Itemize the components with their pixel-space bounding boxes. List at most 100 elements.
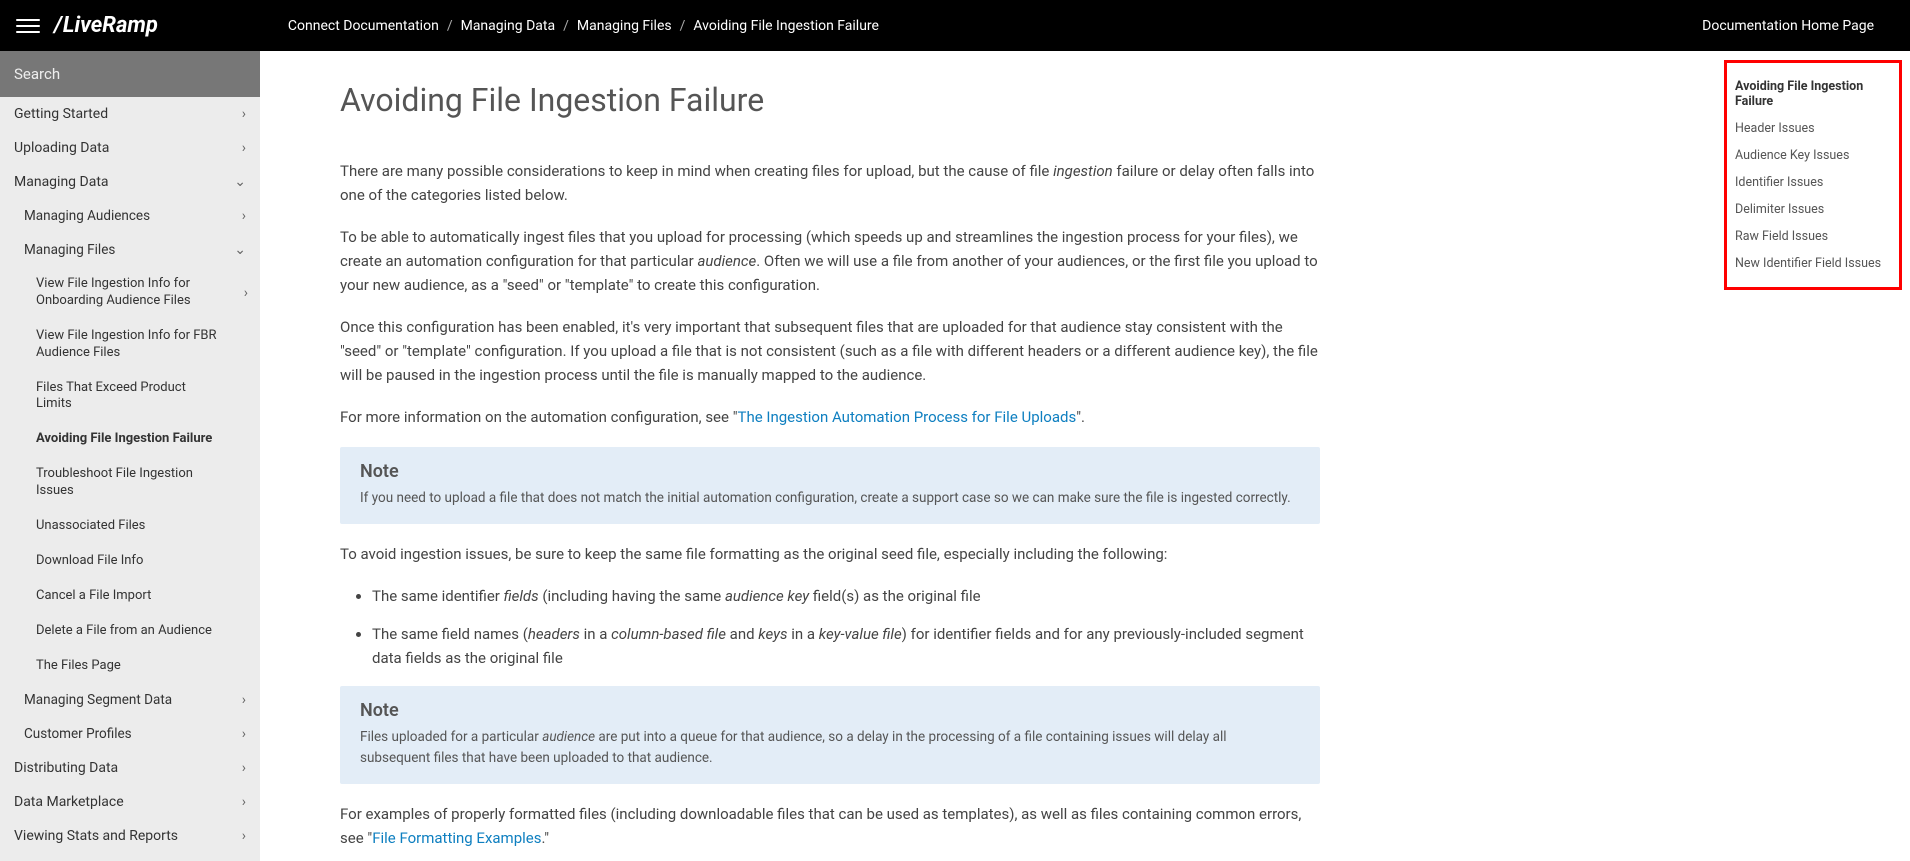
list-item: The same field names (headers in a colum… — [372, 622, 1320, 670]
page-title: Avoiding File Ingestion Failure — [340, 81, 1320, 119]
sidebar-item-label: View File Ingestion Info for Onboarding … — [36, 276, 216, 310]
sidebar-item-getting-started[interactable]: Getting Started › — [0, 97, 260, 131]
emphasis: column-based file — [611, 625, 726, 643]
text: in a — [788, 625, 819, 643]
sidebar-item-label: Download File Info — [36, 553, 143, 570]
chevron-right-icon: › — [242, 106, 246, 122]
sidebar-item-label: Avoiding File Ingestion Failure — [36, 431, 212, 448]
paragraph: To avoid ingestion issues, be sure to ke… — [340, 542, 1320, 566]
chevron-right-icon: › — [242, 208, 246, 224]
breadcrumb-managing-data[interactable]: Managing Data — [461, 18, 556, 34]
sidebar-item-avoiding-ingestion-failure[interactable]: Avoiding File Ingestion Failure — [0, 422, 260, 457]
emphasis: audience — [542, 729, 595, 745]
breadcrumb-connect-documentation[interactable]: Connect Documentation — [288, 18, 439, 34]
sidebar-item-label: Distributing Data — [14, 760, 118, 776]
sidebar-item-label: Troubleshoot File Ingestion Issues — [36, 466, 220, 500]
note-body: Files uploaded for a particular audience… — [360, 727, 1300, 770]
toc-item-audience-key-issues[interactable]: Audience Key Issues — [1735, 142, 1891, 169]
text: There are many possible considerations t… — [340, 162, 1053, 180]
note-callout: Note If you need to upload a file that d… — [340, 447, 1320, 524]
sidebar-item-label: Delete a File from an Audience — [36, 623, 212, 640]
text: The same field names ( — [372, 625, 528, 643]
breadcrumb-separator: / — [563, 18, 569, 34]
emphasis: key-value file — [819, 625, 902, 643]
text: For more information on the automation c… — [340, 408, 738, 426]
breadcrumb-managing-files[interactable]: Managing Files — [577, 18, 672, 34]
hamburger-menu-icon[interactable] — [16, 14, 40, 38]
sidebar-item-view-onboarding[interactable]: View File Ingestion Info for Onboarding … — [0, 267, 260, 319]
logo[interactable]: /LiveRamp — [54, 13, 158, 38]
logo-slash: / — [54, 13, 62, 38]
paragraph: There are many possible considerations t… — [340, 159, 1320, 207]
toc-item-overview[interactable]: Avoiding File Ingestion Failure — [1735, 73, 1891, 115]
emphasis: fields — [504, 587, 539, 605]
sidebar-item-label: View File Ingestion Info for FBR Audienc… — [36, 328, 220, 362]
chevron-down-icon: ⌄ — [234, 242, 246, 258]
sidebar-item-managing-audiences[interactable]: Managing Audiences › — [0, 199, 260, 233]
sidebar-item-label: Viewing Stats and Reports — [14, 828, 178, 844]
sidebar-item-view-fbr[interactable]: View File Ingestion Info for FBR Audienc… — [0, 319, 260, 371]
note-body: If you need to upload a file that does n… — [360, 488, 1300, 510]
chevron-right-icon: › — [242, 828, 246, 844]
sidebar-item-label: Managing Files — [24, 242, 115, 258]
toc-item-delimiter-issues[interactable]: Delimiter Issues — [1735, 196, 1891, 223]
sidebar-item-uploading-data[interactable]: Uploading Data › — [0, 131, 260, 165]
sidebar: Getting Started › Uploading Data › Manag… — [0, 51, 260, 861]
search-input[interactable] — [0, 51, 260, 97]
sidebar-item-label: Files That Exceed Product Limits — [36, 380, 220, 414]
sidebar-item-label: Managing Audiences — [24, 208, 150, 224]
emphasis: audience key — [725, 587, 809, 605]
sidebar-item-files-page[interactable]: The Files Page — [0, 649, 260, 684]
sidebar-item-troubleshoot[interactable]: Troubleshoot File Ingestion Issues — [0, 457, 260, 509]
logo-text: LiveRamp — [63, 13, 158, 38]
chevron-right-icon: › — [242, 794, 246, 810]
sidebar-item-label: Cancel a File Import — [36, 588, 151, 605]
chevron-right-icon: › — [242, 760, 246, 776]
chevron-right-icon: › — [242, 726, 246, 742]
file-formatting-examples-link[interactable]: File Formatting Examples — [372, 829, 541, 847]
sidebar-item-viewing-stats[interactable]: Viewing Stats and Reports › — [0, 819, 260, 853]
toc-item-identifier-issues[interactable]: Identifier Issues — [1735, 169, 1891, 196]
sidebar-item-customer-profiles[interactable]: Customer Profiles › — [0, 717, 260, 751]
list-item: The same identifier fields (including ha… — [372, 584, 1320, 608]
emphasis: audience — [697, 252, 756, 270]
toc-item-raw-field-issues[interactable]: Raw Field Issues — [1735, 223, 1891, 250]
paragraph: Once this configuration has been enabled… — [340, 315, 1320, 387]
sidebar-item-cancel-import[interactable]: Cancel a File Import — [0, 579, 260, 614]
note-title: Note — [360, 700, 1300, 721]
text: ". — [1076, 408, 1085, 426]
chevron-right-icon: › — [242, 140, 246, 156]
sidebar-item-managing-data[interactable]: Managing Data ⌄ — [0, 165, 260, 199]
documentation-home-link[interactable]: Documentation Home Page — [1702, 18, 1874, 34]
sidebar-item-label: Managing Segment Data — [24, 692, 172, 708]
emphasis: ingestion — [1053, 162, 1113, 180]
toc-item-header-issues[interactable]: Header Issues — [1735, 115, 1891, 142]
text: field(s) as the original file — [809, 587, 980, 605]
sidebar-item-label: Unassociated Files — [36, 518, 145, 535]
page-toc: Avoiding File Ingestion Failure Header I… — [1724, 60, 1902, 290]
sidebar-item-download-file-info[interactable]: Download File Info — [0, 544, 260, 579]
sidebar-item-exceed-limits[interactable]: Files That Exceed Product Limits — [0, 371, 260, 423]
text: in a — [580, 625, 611, 643]
sidebar-item-managing-segment-data[interactable]: Managing Segment Data › — [0, 683, 260, 717]
breadcrumb-separator: / — [680, 18, 686, 34]
chevron-down-icon: ⌄ — [234, 174, 246, 190]
emphasis: headers — [528, 625, 580, 643]
paragraph: To be able to automatically ingest files… — [340, 225, 1320, 297]
sidebar-item-label: Managing Data — [14, 174, 109, 190]
toc-item-new-identifier-field-issues[interactable]: New Identifier Field Issues — [1735, 250, 1891, 277]
sidebar-item-unassociated-files[interactable]: Unassociated Files — [0, 509, 260, 544]
sidebar-item-managing-files[interactable]: Managing Files ⌄ — [0, 233, 260, 267]
sidebar-item-data-marketplace[interactable]: Data Marketplace › — [0, 785, 260, 819]
paragraph: For examples of properly formatted files… — [340, 802, 1320, 850]
emphasis: keys — [758, 625, 787, 643]
bullet-list: The same identifier fields (including ha… — [340, 584, 1320, 670]
breadcrumb-current[interactable]: Avoiding File Ingestion Failure — [693, 18, 879, 34]
sidebar-item-delete-file[interactable]: Delete a File from an Audience — [0, 614, 260, 649]
text: The same identifier — [372, 587, 504, 605]
sidebar-item-distributing-data[interactable]: Distributing Data › — [0, 751, 260, 785]
ingestion-automation-link[interactable]: The Ingestion Automation Process for Fil… — [738, 408, 1077, 426]
chevron-right-icon: › — [244, 284, 248, 302]
note-callout: Note Files uploaded for a particular aud… — [340, 686, 1320, 784]
sidebar-item-label: Data Marketplace — [14, 794, 124, 810]
